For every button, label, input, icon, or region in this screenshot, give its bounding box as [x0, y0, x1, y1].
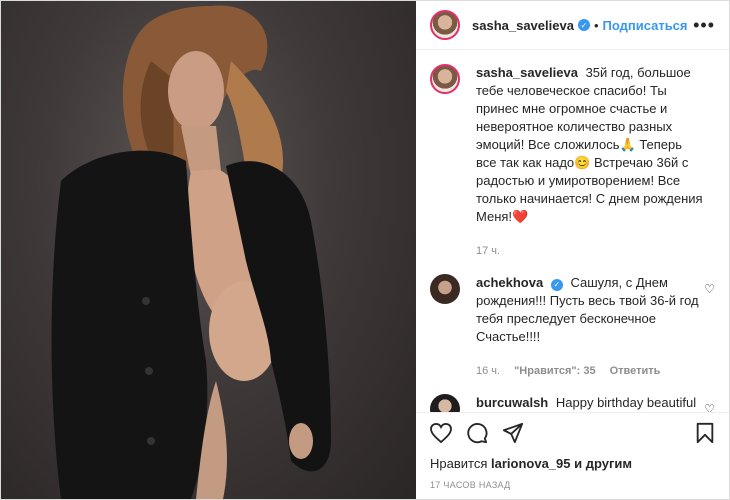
- comment-username[interactable]: burcuwalsh: [476, 395, 548, 410]
- bookmark-icon[interactable]: [695, 422, 715, 444]
- comment-like-heart-icon[interactable]: ♡: [704, 282, 715, 296]
- comment-username[interactable]: achekhova: [476, 275, 543, 290]
- comment-like-heart-icon[interactable]: ♡: [704, 402, 715, 412]
- separator-dot: •: [593, 17, 599, 33]
- post-sidebar: sasha_savelieva ✓ • Подписаться ••• sash…: [416, 1, 729, 499]
- caption-avatar[interactable]: [430, 64, 460, 94]
- likes-prefix: Нравится: [430, 456, 488, 471]
- comment-avatar[interactable]: [430, 394, 460, 412]
- caption: sasha_savelieva 35й год, большое тебе че…: [430, 64, 715, 260]
- instagram-post: sasha_savelieva ✓ • Подписаться ••• sash…: [0, 0, 730, 500]
- author-username[interactable]: sasha_savelieva: [472, 18, 574, 33]
- more-options-icon[interactable]: •••: [693, 15, 715, 36]
- reply-button[interactable]: Ответить: [610, 362, 661, 380]
- comment-avatar[interactable]: [430, 274, 460, 304]
- photo-illustration: [51, 5, 331, 499]
- comment-item: achekhova ✓ Сашуля, с Днем рождения!!! П…: [430, 274, 715, 380]
- author-avatar[interactable]: [430, 10, 460, 40]
- comments-section[interactable]: sasha_savelieva 35й год, большое тебе че…: [416, 50, 729, 412]
- comment-icon[interactable]: [466, 422, 488, 444]
- action-bar: [416, 412, 729, 453]
- heart-icon[interactable]: [430, 423, 452, 443]
- comment-item: burcuwalsh Happy birthday beautiful❤️❤️❤…: [430, 394, 715, 412]
- post-header: sasha_savelieva ✓ • Подписаться •••: [416, 1, 729, 50]
- comment-time[interactable]: 16 ч.: [476, 362, 500, 380]
- post-photo[interactable]: [1, 1, 416, 499]
- likes-user[interactable]: larionova_95: [491, 456, 571, 471]
- follow-button[interactable]: Подписаться: [603, 18, 688, 33]
- verified-icon: ✓: [550, 279, 563, 291]
- caption-username[interactable]: sasha_savelieva: [476, 65, 578, 80]
- caption-text: 35й год, большое тебе человеческое спаси…: [476, 65, 703, 224]
- likes-summary: Нравится larionova_95 и другим: [416, 453, 729, 475]
- post-timestamp[interactable]: 17 ЧАСОВ НАЗАД: [416, 475, 729, 499]
- caption-time[interactable]: 17 ч.: [476, 242, 500, 260]
- likes-others[interactable]: и другим: [574, 456, 632, 471]
- comment-likes[interactable]: "Нравится": 35: [514, 362, 595, 380]
- caption-meta: 17 ч.: [476, 242, 706, 260]
- share-icon[interactable]: [502, 422, 524, 444]
- comment-meta: 16 ч. "Нравится": 35 Ответить: [476, 362, 706, 380]
- verified-icon: ✓: [577, 19, 590, 31]
